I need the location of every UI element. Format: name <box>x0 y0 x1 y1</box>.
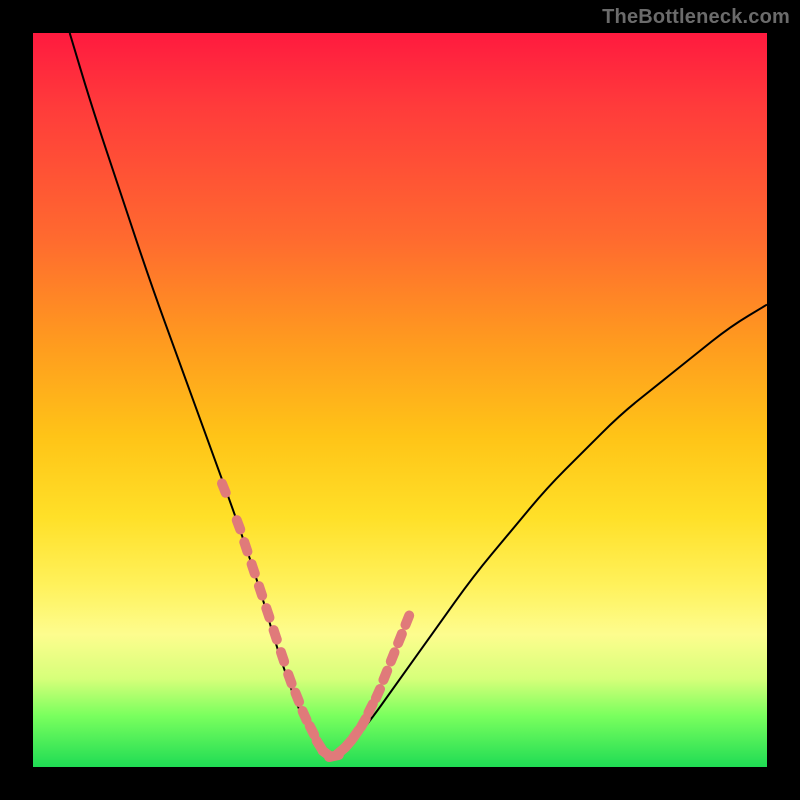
curve-marker <box>384 646 401 668</box>
curve-marker <box>392 627 409 649</box>
curve-marker <box>260 602 276 624</box>
watermark-label: TheBottleneck.com <box>602 6 790 29</box>
curve-marker <box>267 624 283 646</box>
curve-marker <box>377 664 394 686</box>
curve-marker <box>253 580 269 602</box>
curve-marker <box>275 646 291 668</box>
bottleneck-curve-svg <box>33 33 767 767</box>
plot-area <box>33 33 767 767</box>
bottleneck-curve <box>70 33 767 755</box>
curve-marker <box>230 514 246 536</box>
curve-marker <box>245 558 261 580</box>
chart-frame: TheBottleneck.com <box>0 0 800 800</box>
curve-marker <box>215 477 232 499</box>
curve-marker <box>399 609 416 631</box>
curve-marker <box>238 536 254 558</box>
